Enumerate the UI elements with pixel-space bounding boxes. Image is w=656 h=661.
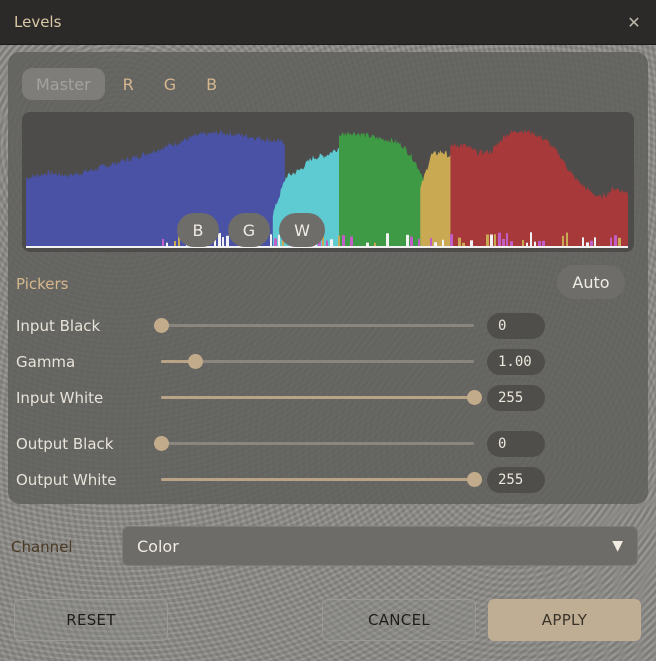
histogram-overlap-bar (434, 242, 437, 246)
gamma-slider[interactable] (161, 354, 474, 369)
histogram-overlap-bar (510, 241, 513, 246)
apply-button[interactable]: APPLY (488, 599, 641, 641)
histogram-overlap-bar (538, 240, 541, 246)
histogram-overlap-bar (534, 241, 536, 246)
input-black-label: Input Black (16, 317, 101, 335)
histogram-overlap-bar (618, 237, 621, 246)
auto-button[interactable]: Auto (557, 265, 625, 299)
histogram-overlap-bar (594, 237, 596, 246)
histogram-overlap-bar (526, 242, 528, 246)
input-black-value[interactable]: 0 (487, 313, 545, 339)
tab-b[interactable]: B (194, 68, 229, 100)
histogram-overlap-bar (162, 238, 164, 246)
input-white-slider[interactable] (161, 390, 482, 405)
input-white-fill (161, 396, 474, 399)
histogram-overlap-bar (458, 237, 461, 246)
histogram-overlap-bar (270, 234, 272, 246)
histogram-overlap-bar (366, 242, 369, 246)
output-white-value[interactable]: 255 (487, 467, 545, 493)
channel-select[interactable]: Color ▼ (122, 526, 638, 566)
histogram-graph (26, 128, 628, 248)
histogram-overlap-bar (442, 239, 444, 246)
gamma-value[interactable]: 1.00 (487, 349, 545, 375)
input-black-slider[interactable] (154, 318, 474, 333)
output-white-handle[interactable] (467, 472, 482, 487)
output-black-slider[interactable] (154, 436, 474, 451)
window-title: Levels (14, 13, 62, 31)
histogram-overlap-bar (470, 240, 473, 246)
output-black-label: Output Black (16, 435, 114, 453)
histogram-overlap-bar (226, 235, 229, 246)
histogram-overlap-bar (218, 233, 221, 246)
histogram-overlap-bar (610, 237, 612, 246)
chevron-down-icon: ▼ (612, 538, 623, 554)
histogram-red-channel (450, 128, 628, 246)
histogram-overlap-bar (530, 232, 532, 246)
histogram-overlap-bar (462, 242, 465, 246)
histogram-overlap-bar (222, 237, 224, 246)
histogram-overlap-bar (498, 232, 501, 246)
output-black-value[interactable]: 0 (487, 431, 545, 457)
histogram-overlap-bar (582, 237, 584, 246)
histogram-overlap-bar (430, 237, 432, 246)
input-white-handle[interactable] (467, 390, 482, 405)
histogram-green-channel (339, 131, 424, 246)
cancel-button[interactable]: CANCEL (322, 599, 476, 641)
histogram (22, 112, 634, 252)
title-bar: Levels ✕ (0, 0, 656, 45)
histogram-overlap-bar (490, 234, 493, 246)
picker-white-button[interactable]: W (279, 213, 325, 247)
reset-button[interactable]: RESET (14, 599, 168, 641)
input-white-value[interactable]: 255 (487, 385, 545, 411)
input-black-handle[interactable] (154, 318, 169, 333)
input-white-label: Input White (16, 389, 104, 407)
pickers-label: Pickers (16, 275, 69, 293)
histogram-overlap-bar (494, 234, 496, 246)
close-icon[interactable]: ✕ (622, 10, 646, 34)
histogram-overlap-bar (502, 238, 505, 246)
picker-gray-button[interactable]: G (228, 213, 270, 247)
channel-tabs: Master R G B (22, 68, 229, 100)
histogram-overlap-bar (506, 233, 508, 246)
channel-select-value: Color (137, 536, 179, 556)
histogram-overlap-bar (274, 238, 277, 246)
histogram-overlap-bar (174, 241, 176, 246)
output-white-label: Output White (16, 471, 117, 489)
tab-g[interactable]: G (152, 68, 188, 100)
histogram-overlap-bar (342, 235, 345, 246)
histogram-overlap-bar (450, 234, 453, 246)
histogram-overlap-bar (566, 232, 568, 246)
histogram-overlap-bar (590, 240, 593, 246)
histogram-overlap-bar (418, 238, 420, 246)
tab-master[interactable]: Master (22, 68, 105, 100)
histogram-overlap-bar (406, 234, 409, 246)
picker-black-button[interactable]: B (177, 213, 219, 247)
histogram-overlap-bar (330, 239, 333, 246)
histogram-overlap-bar (410, 236, 413, 246)
histogram-overlap-bar (542, 240, 545, 246)
histogram-overlap-bar (614, 235, 617, 246)
channel-label: Channel (11, 538, 73, 556)
output-white-fill (161, 478, 474, 481)
tab-r[interactable]: R (111, 68, 146, 100)
histogram-overlap-bar (486, 234, 489, 246)
histogram-overlap-bar (562, 235, 564, 246)
gamma-label: Gamma (16, 353, 76, 371)
histogram-overlap-bar (326, 240, 328, 246)
histogram-overlap-bar (374, 242, 376, 246)
histogram-overlap-bar (522, 240, 524, 246)
histogram-overlap-bar (586, 242, 589, 246)
histogram-overlap-bar (338, 235, 340, 246)
histogram-overlap-bar (422, 236, 425, 246)
output-white-slider[interactable] (161, 472, 482, 487)
output-black-handle[interactable] (154, 436, 169, 451)
histogram-overlap-bar (386, 233, 389, 246)
histogram-overlap-bar (166, 242, 168, 246)
histogram-baseline (26, 246, 628, 248)
histogram-overlap-bar (350, 236, 353, 246)
